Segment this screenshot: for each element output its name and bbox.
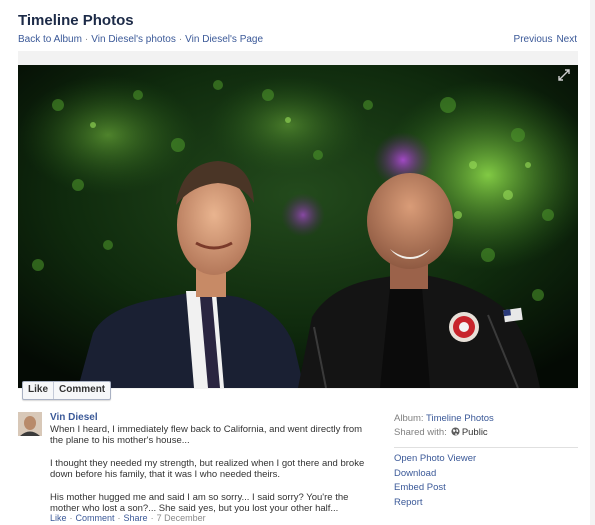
post-actions: Like · Comment · Share · 7 December <box>50 513 206 523</box>
download-link[interactable]: Download <box>394 467 578 482</box>
avatar[interactable] <box>18 412 42 436</box>
next-link[interactable]: Next <box>556 34 577 45</box>
photo-image[interactable] <box>18 65 578 388</box>
breadcrumb-separator: · <box>84 34 89 45</box>
photo-comment-button[interactable]: Comment <box>53 382 110 399</box>
photo-like-comment-bar: Like Comment <box>22 381 112 400</box>
caption-paragraph: When I heard, I immediately flew back to… <box>50 424 363 447</box>
shared-with-value: Public <box>461 427 488 438</box>
action-separator: · <box>117 513 121 523</box>
open-photo-viewer-link[interactable]: Open Photo Viewer <box>394 452 578 467</box>
caption-paragraph: I thought they needed my strength, but r… <box>50 457 365 481</box>
photo-sidebar: Album: Timeline Photos Shared with: Publi… <box>394 412 578 511</box>
album-label: Album: <box>394 413 424 424</box>
scrollbar[interactable] <box>590 0 595 525</box>
breadcrumb-separator: · <box>178 34 183 45</box>
owner-page-link[interactable]: Vin Diesel's Page <box>185 34 263 45</box>
expand-icon[interactable] <box>558 69 570 81</box>
avatar-image <box>18 412 42 436</box>
post-caption: When I heard, I immediately flew back to… <box>50 424 370 525</box>
like-link[interactable]: Like <box>50 513 67 523</box>
caption-paragraph: His mother hugged me and said I am so so… <box>50 491 349 515</box>
album-row: Album: Timeline Photos <box>394 412 578 425</box>
post-author-link[interactable]: Vin Diesel <box>50 412 98 423</box>
globe-icon <box>451 427 460 436</box>
report-link[interactable]: Report <box>394 496 578 511</box>
action-separator: · <box>150 513 154 523</box>
share-link[interactable]: Share <box>124 513 148 523</box>
breadcrumb: Back to Album · Vin Diesel's photos · Vin Di… <box>18 34 263 45</box>
embed-post-link[interactable]: Embed Post <box>394 481 578 496</box>
back-to-album-link[interactable]: Back to Album <box>18 34 82 45</box>
album-link[interactable]: Timeline Photos <box>426 413 494 424</box>
comment-link[interactable]: Comment <box>76 513 115 523</box>
post-date-link[interactable]: 7 December <box>157 513 206 523</box>
shared-with-row: Shared with: Public <box>394 426 578 439</box>
photo-like-button[interactable]: Like <box>23 382 53 399</box>
sidebar-divider <box>394 447 578 448</box>
photo-pager: Previous Next <box>514 34 577 45</box>
action-separator: · <box>69 513 73 523</box>
photo-illustration <box>18 65 578 388</box>
page-title: Timeline Photos <box>18 12 134 29</box>
owner-photos-link[interactable]: Vin Diesel's photos <box>91 34 176 45</box>
shared-with-label: Shared with: <box>394 427 447 438</box>
previous-link[interactable]: Previous <box>514 34 553 45</box>
